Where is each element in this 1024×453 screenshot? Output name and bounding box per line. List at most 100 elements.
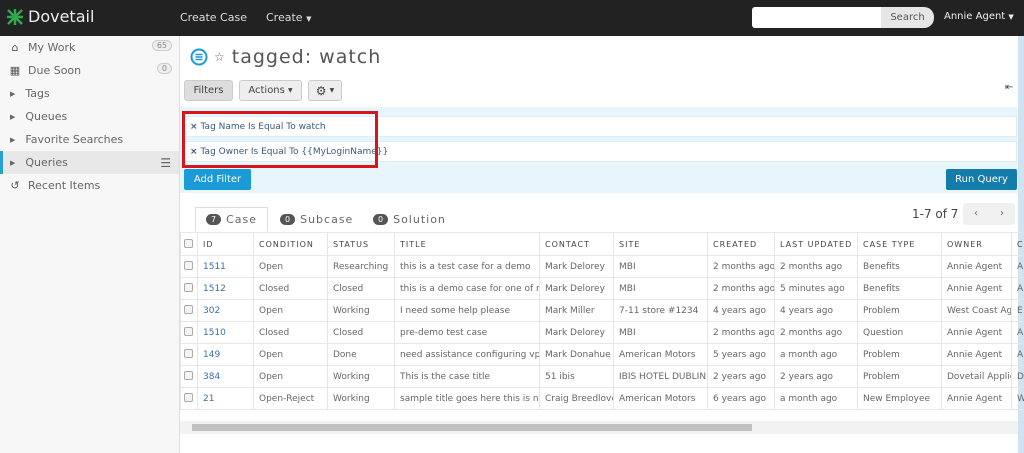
table-cell: Annie Agent (941, 387, 1012, 410)
table-cell: American Motors (613, 387, 708, 410)
next-page-button[interactable]: › (989, 203, 1015, 225)
sidebar-item-recent-items[interactable]: ↺ Recent Items (0, 174, 179, 197)
table-cell: IBIS HOTEL DUBLIN (613, 365, 708, 388)
tab-case[interactable]: 7 Case (195, 207, 269, 231)
count-badge: 65 (151, 40, 172, 51)
cases-table: ID CONDITION STATUS TITLE CONTACT SITE CREATED… (180, 232, 1024, 410)
case-id-link[interactable]: 302 (197, 299, 254, 322)
column-header[interactable]: OWNER (941, 232, 1012, 256)
row-checkbox[interactable] (180, 387, 198, 410)
table-row[interactable]: 149 Open Done need assistance configuring v… (180, 343, 1024, 366)
collapse-panel-icon[interactable]: ⇤ (1005, 82, 1013, 93)
case-id-link[interactable]: 1511 (197, 255, 254, 278)
sidebar-item-queries[interactable]: ▶ Queries ☰ (0, 151, 179, 174)
select-all-checkbox[interactable] (180, 232, 198, 256)
table-cell: Working (327, 299, 395, 322)
caret-right-icon: ▶ (10, 112, 16, 121)
table-cell: Researching (327, 255, 395, 278)
table-cell: Closed (327, 321, 395, 344)
star-icon[interactable]: ☆ (214, 50, 226, 64)
table-cell: Benefits (857, 277, 942, 300)
column-header[interactable]: ID (197, 232, 254, 256)
table-cell: pre-demo test case (394, 321, 540, 344)
row-checkbox[interactable] (180, 299, 198, 322)
list-icon[interactable]: ☰ (160, 156, 171, 170)
list-circle-icon[interactable] (190, 48, 208, 66)
caret-right-icon: ▶ (10, 158, 16, 167)
tab-subcase[interactable]: 0 Subcase (280, 207, 353, 231)
sidebar-item-label: Due Soon (28, 64, 82, 77)
column-header[interactable]: CONDITION (253, 232, 328, 256)
row-checkbox[interactable] (180, 343, 198, 366)
tab-count: 0 (373, 213, 389, 225)
table-row[interactable]: 384 Open Working This is the case title 51 i… (180, 365, 1024, 388)
case-id-link[interactable]: 21 (197, 387, 254, 410)
row-checkbox[interactable] (180, 255, 198, 278)
add-filter-button[interactable]: Add Filter (184, 169, 251, 190)
table-cell: A (1011, 343, 1024, 366)
table-row[interactable]: 1512 Closed Closed this is a demo case for … (180, 277, 1024, 300)
tab-solution[interactable]: 0 Solution (373, 207, 446, 231)
table-cell: 2 years ago (774, 365, 858, 388)
row-checkbox[interactable] (180, 277, 198, 300)
row-checkbox[interactable] (180, 365, 198, 388)
column-header[interactable]: CONTACT (539, 232, 614, 256)
row-checkbox[interactable] (180, 321, 198, 344)
actions-button[interactable]: Actions ▼ (239, 80, 302, 101)
table-cell: Problem (857, 365, 942, 388)
horizontal-scrollbar[interactable] (180, 421, 1018, 434)
search-input[interactable] (752, 7, 881, 28)
case-id-link[interactable]: 149 (197, 343, 254, 366)
column-header[interactable]: CREATED (707, 232, 775, 256)
sidebar-item-label: Queues (25, 110, 68, 123)
user-menu[interactable]: Annie Agent ▼ (944, 11, 1014, 22)
actions-label: Actions (248, 85, 285, 96)
case-id-link[interactable]: 1512 (197, 277, 254, 300)
filters-button[interactable]: Filters (184, 80, 233, 101)
prev-page-button[interactable]: ‹ (963, 203, 989, 225)
table-cell: Done (327, 343, 395, 366)
column-header[interactable]: TITLE (394, 232, 540, 256)
sidebar-item-queues[interactable]: ▶ Queues (0, 105, 179, 128)
table-cell: A (1011, 255, 1024, 278)
table-cell: Dovetail Applica (941, 365, 1012, 388)
table-cell: Problem (857, 343, 942, 366)
column-header[interactable]: SITE (613, 232, 708, 256)
brand-logo[interactable]: Dovetail (6, 7, 94, 26)
column-header[interactable]: CASE TYPE (857, 232, 942, 256)
scrollbar-thumb[interactable] (192, 424, 752, 431)
nav-create-menu[interactable]: Create ▼ (266, 11, 311, 24)
tab-count: 0 (280, 213, 296, 225)
table-row[interactable]: 21 Open-Reject Working sample title goes he… (180, 387, 1024, 410)
table-cell: I need some help please (394, 299, 540, 322)
table-row[interactable]: 1511 Open Researching this is a test case f… (180, 255, 1024, 278)
sidebar-item-favorite-searches[interactable]: ▶ Favorite Searches (0, 128, 179, 151)
nav-create-case[interactable]: Create Case (180, 11, 247, 24)
table-cell: Benefits (857, 255, 942, 278)
case-id-link[interactable]: 384 (197, 365, 254, 388)
column-header[interactable]: LAST UPDATED (774, 232, 858, 256)
table-row[interactable]: 302 Open Working I need some help please Mar… (180, 299, 1024, 322)
case-id-link[interactable]: 1510 (197, 321, 254, 344)
table-cell: Mark Delorey (539, 277, 614, 300)
sidebar-item-due-soon[interactable]: ▦ Due Soon 0 (0, 59, 179, 82)
sidebar-item-my-work[interactable]: ⌂ My Work 65 (0, 36, 179, 59)
table-cell: 5 years ago (707, 343, 775, 366)
caret-right-icon: ▶ (10, 135, 16, 144)
table-cell: Annie Agent (941, 343, 1012, 366)
search-button[interactable]: Search (881, 7, 934, 28)
table-cell: 7-11 store #1234 (613, 299, 708, 322)
table-cell: Open (253, 343, 328, 366)
column-header[interactable]: STATUS (327, 232, 395, 256)
sidebar-item-tags[interactable]: ▶ Tags (0, 82, 179, 105)
table-cell: this is a test case for a demo (394, 255, 540, 278)
settings-button[interactable]: ⚙ ▼ (308, 80, 342, 101)
table-cell: 5 minutes ago (774, 277, 858, 300)
table-row[interactable]: 1510 Closed Closed pre-demo test case Mark D… (180, 321, 1024, 344)
column-header[interactable]: C (1011, 232, 1024, 256)
table-cell: Closed (327, 277, 395, 300)
table-cell: A (1011, 277, 1024, 300)
run-query-button[interactable]: Run Query (946, 169, 1017, 190)
table-cell: This is the case title (394, 365, 540, 388)
caret-right-icon: ▶ (10, 89, 16, 98)
